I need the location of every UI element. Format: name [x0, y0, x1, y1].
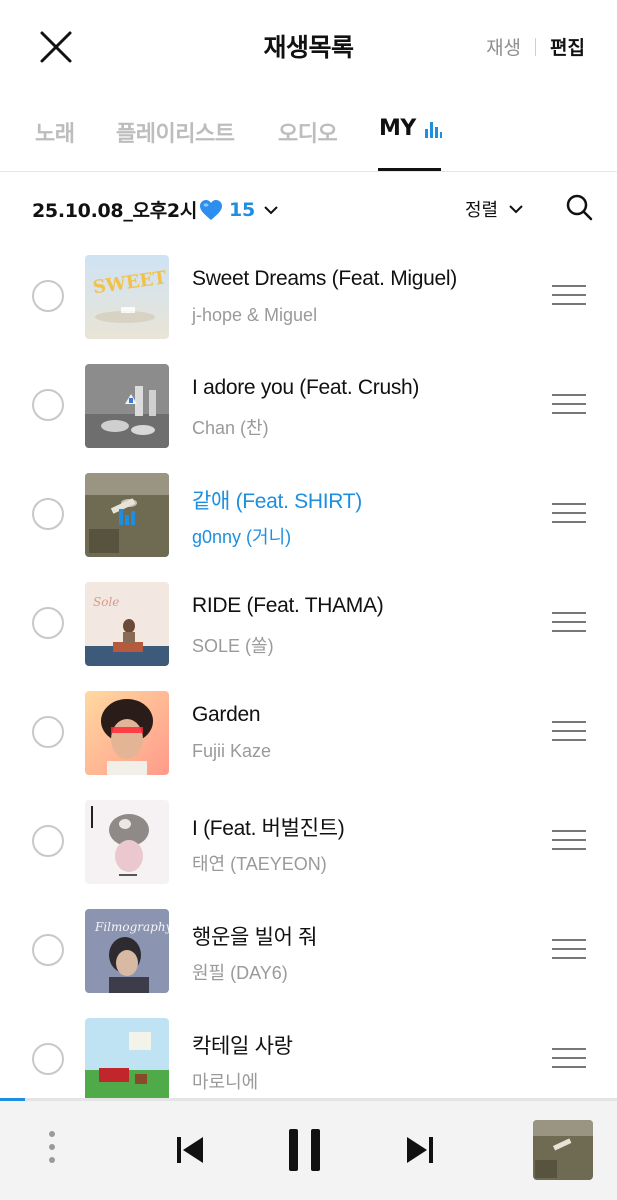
song-row[interactable]: Filmography 행운을 빌어 줘 원필 (DAY6): [0, 909, 617, 1018]
header-actions: 재생 편집: [486, 33, 585, 60]
song-title[interactable]: RIDE (Feat. THAMA): [192, 594, 384, 618]
playlist-selector[interactable]: 25.10.08_오후2시 15: [32, 196, 279, 223]
select-checkbox[interactable]: [32, 716, 64, 748]
sort-label: 정렬: [465, 200, 499, 221]
drag-handle-icon[interactable]: [552, 939, 586, 961]
sort-button[interactable]: 정렬: [465, 196, 524, 222]
album-art[interactable]: [85, 364, 169, 448]
more-options-button[interactable]: [46, 1131, 58, 1171]
tab-my[interactable]: MY: [379, 116, 442, 141]
drag-handle-icon[interactable]: [552, 1048, 586, 1070]
song-artist[interactable]: g0nny (거니): [192, 523, 291, 549]
drag-handle-icon[interactable]: [552, 394, 586, 416]
song-row[interactable]: Garden Fujii Kaze: [0, 691, 617, 800]
select-checkbox[interactable]: [32, 934, 64, 966]
chevron-down-icon: [509, 205, 523, 214]
song-title[interactable]: 행운을 빌어 줘: [192, 921, 318, 951]
select-checkbox[interactable]: [32, 389, 64, 421]
pause-icon: [289, 1129, 320, 1171]
drag-handle-icon[interactable]: [552, 721, 586, 743]
album-art-text: Sole: [93, 595, 119, 609]
song-row[interactable]: SWEET DREAMS Sweet Dreams (Feat. Miguel)…: [0, 255, 617, 364]
play-all-button[interactable]: 재생: [486, 33, 521, 60]
song-row[interactable]: 같애 (Feat. SHIRT) g0nny (거니): [0, 473, 617, 582]
tab-bar: 노래 플레이리스트 오디오 MY: [0, 100, 617, 172]
song-row[interactable]: I adore you (Feat. Crush) Chan (찬): [0, 364, 617, 473]
skip-previous-icon: [177, 1137, 203, 1163]
search-button[interactable]: [565, 193, 593, 225]
song-artist[interactable]: Fujii Kaze: [192, 741, 271, 762]
song-row[interactable]: Sole RIDE (Feat. THAMA) SOLE (쏠): [0, 582, 617, 691]
now-playing-album-art[interactable]: [533, 1120, 593, 1180]
song-artist[interactable]: 마로니에: [192, 1068, 258, 1094]
drag-handle-icon[interactable]: [552, 285, 586, 307]
search-icon: [566, 194, 593, 221]
song-title[interactable]: 칵테일 사랑: [192, 1030, 293, 1060]
playlist-toolbar: 25.10.08_오후2시 15 정렬: [0, 180, 617, 236]
song-title[interactable]: Sweet Dreams (Feat. Miguel): [192, 267, 457, 291]
song-artist[interactable]: j-hope & Miguel: [192, 305, 317, 326]
equalizer-icon: [424, 122, 442, 138]
song-title[interactable]: I (Feat. 버벌진트): [192, 812, 345, 842]
album-art[interactable]: [85, 1018, 169, 1098]
song-artist[interactable]: SOLE (쏠): [192, 632, 274, 658]
select-checkbox[interactable]: [32, 498, 64, 530]
song-row[interactable]: 칵테일 사랑 마로니에: [0, 1018, 617, 1098]
album-art[interactable]: [85, 691, 169, 775]
select-checkbox[interactable]: [32, 825, 64, 857]
album-art[interactable]: SWEET DREAMS: [85, 255, 169, 339]
pause-button[interactable]: [287, 1127, 323, 1177]
album-art[interactable]: [85, 800, 169, 884]
chevron-down-icon: [264, 205, 278, 214]
album-art[interactable]: [85, 473, 169, 557]
previous-track-button[interactable]: [175, 1135, 205, 1169]
song-title[interactable]: Garden: [192, 703, 261, 727]
album-art[interactable]: Sole: [85, 582, 169, 666]
select-checkbox[interactable]: [32, 607, 64, 639]
active-tab-indicator: [378, 168, 441, 171]
tab-my-label: MY: [379, 116, 416, 141]
header-divider: [535, 37, 537, 56]
drag-handle-icon[interactable]: [552, 830, 586, 852]
song-row[interactable]: I (Feat. 버벌진트) 태연 (TAEYEON): [0, 800, 617, 909]
next-track-button[interactable]: [405, 1135, 435, 1169]
drag-handle-icon[interactable]: [552, 612, 586, 634]
track-count: 15: [229, 198, 255, 221]
mini-player: [0, 1101, 617, 1200]
select-checkbox[interactable]: [32, 1043, 64, 1075]
song-title[interactable]: I adore you (Feat. Crush): [192, 376, 419, 400]
select-checkbox[interactable]: [32, 280, 64, 312]
song-artist[interactable]: Chan (찬): [192, 414, 269, 440]
tab-playlists[interactable]: 플레이리스트: [116, 116, 235, 148]
song-artist[interactable]: 원필 (DAY6): [192, 959, 288, 985]
album-art[interactable]: Filmography: [85, 909, 169, 993]
drag-handle-icon[interactable]: [552, 503, 586, 525]
skip-next-icon: [407, 1137, 433, 1163]
tab-audio[interactable]: 오디오: [278, 116, 338, 148]
song-title[interactable]: 같애 (Feat. SHIRT): [192, 485, 362, 515]
playlist-name: 25.10.08_오후2시: [32, 200, 198, 222]
blue-heart-icon: [200, 199, 223, 220]
close-button[interactable]: [36, 27, 76, 67]
song-artist[interactable]: 태연 (TAEYEON): [192, 850, 327, 876]
edit-button[interactable]: 편집: [550, 33, 585, 60]
album-art-text: Filmography: [94, 920, 169, 934]
tab-songs[interactable]: 노래: [35, 116, 75, 148]
close-icon: [40, 31, 72, 63]
header: 재생목록 재생 편집: [0, 0, 617, 92]
